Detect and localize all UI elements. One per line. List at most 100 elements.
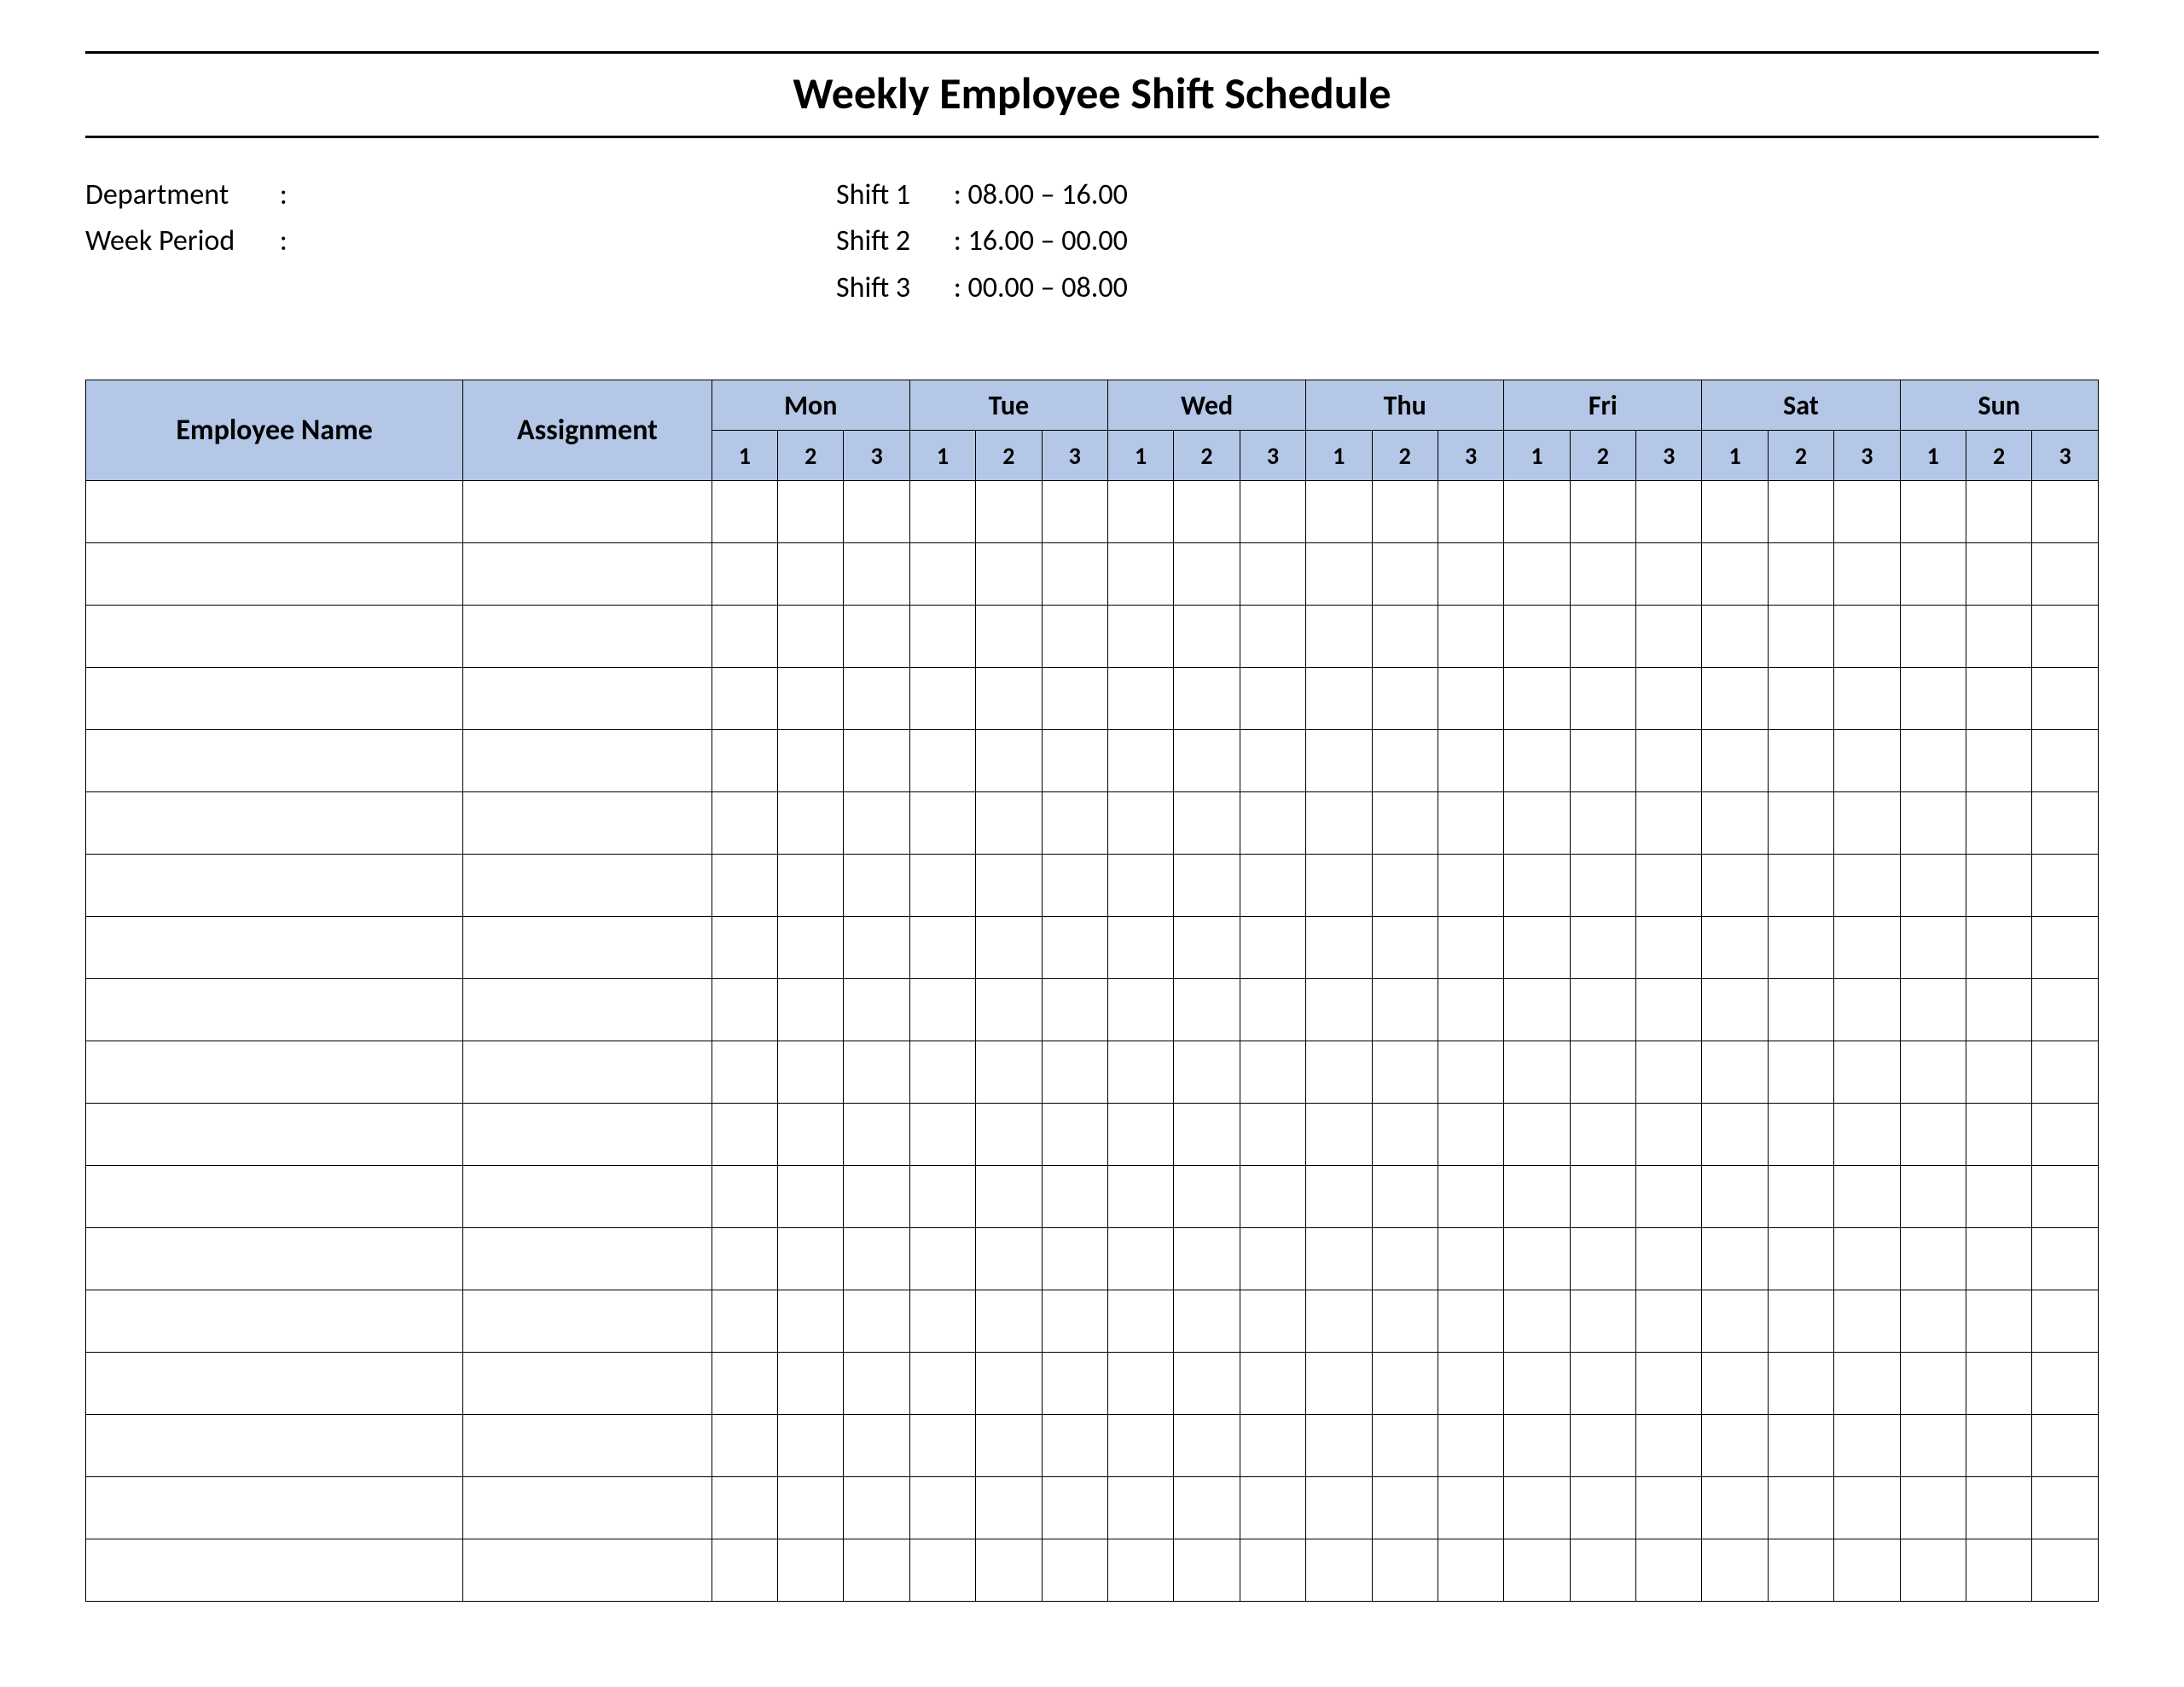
cell-shift[interactable] xyxy=(1900,979,1966,1041)
cell-shift[interactable] xyxy=(1372,917,1438,979)
cell-shift[interactable] xyxy=(1042,1104,1107,1166)
cell-shift[interactable] xyxy=(712,979,777,1041)
cell-shift[interactable] xyxy=(1900,792,1966,855)
cell-shift[interactable] xyxy=(1240,1041,1305,1104)
cell-shift[interactable] xyxy=(1306,1353,1372,1415)
cell-shift[interactable] xyxy=(1636,1477,1702,1539)
cell-shift[interactable] xyxy=(1900,730,1966,792)
cell-shift[interactable] xyxy=(1107,979,1173,1041)
cell-shift[interactable] xyxy=(1174,543,1240,606)
cell-shift[interactable] xyxy=(1240,1415,1305,1477)
cell-shift[interactable] xyxy=(1702,855,1768,917)
cell-shift[interactable] xyxy=(1042,917,1107,979)
cell-shift[interactable] xyxy=(976,1104,1042,1166)
cell-shift[interactable] xyxy=(1438,1041,1503,1104)
cell-shift[interactable] xyxy=(844,730,909,792)
cell-shift[interactable] xyxy=(1174,606,1240,668)
cell-shift[interactable] xyxy=(1702,730,1768,792)
cell-shift[interactable] xyxy=(1372,668,1438,730)
cell-shift[interactable] xyxy=(1107,606,1173,668)
cell-shift[interactable] xyxy=(1900,1104,1966,1166)
cell-shift[interactable] xyxy=(1107,917,1173,979)
cell-shift[interactable] xyxy=(1042,1539,1107,1602)
cell-shift[interactable] xyxy=(1570,1539,1635,1602)
cell-shift[interactable] xyxy=(1702,1228,1768,1290)
cell-shift[interactable] xyxy=(1570,1415,1635,1477)
cell-shift[interactable] xyxy=(1372,855,1438,917)
cell-shift[interactable] xyxy=(712,1477,777,1539)
cell-shift[interactable] xyxy=(1768,543,1833,606)
cell-shift[interactable] xyxy=(1570,668,1635,730)
cell-shift[interactable] xyxy=(1636,1041,1702,1104)
cell-shift[interactable] xyxy=(1900,1041,1966,1104)
cell-shift[interactable] xyxy=(1240,1104,1305,1166)
cell-shift[interactable] xyxy=(778,668,844,730)
cell-shift[interactable] xyxy=(2032,1539,2099,1602)
cell-employee[interactable] xyxy=(86,1353,463,1415)
cell-shift[interactable] xyxy=(1174,979,1240,1041)
cell-shift[interactable] xyxy=(909,606,975,668)
cell-shift[interactable] xyxy=(712,855,777,917)
cell-shift[interactable] xyxy=(778,1290,844,1353)
cell-shift[interactable] xyxy=(1174,1415,1240,1477)
cell-employee[interactable] xyxy=(86,1041,463,1104)
cell-shift[interactable] xyxy=(778,1104,844,1166)
cell-shift[interactable] xyxy=(1636,1104,1702,1166)
cell-shift[interactable] xyxy=(1900,543,1966,606)
cell-shift[interactable] xyxy=(712,1290,777,1353)
cell-shift[interactable] xyxy=(1372,792,1438,855)
cell-shift[interactable] xyxy=(1834,1166,1900,1228)
cell-shift[interactable] xyxy=(1570,481,1635,543)
cell-employee[interactable] xyxy=(86,1166,463,1228)
cell-shift[interactable] xyxy=(1438,1290,1503,1353)
cell-shift[interactable] xyxy=(1372,1104,1438,1166)
cell-shift[interactable] xyxy=(1240,481,1305,543)
cell-shift[interactable] xyxy=(1768,1104,1833,1166)
cell-shift[interactable] xyxy=(976,1539,1042,1602)
cell-shift[interactable] xyxy=(778,1477,844,1539)
cell-shift[interactable] xyxy=(976,668,1042,730)
cell-shift[interactable] xyxy=(712,1228,777,1290)
cell-shift[interactable] xyxy=(1702,1477,1768,1539)
cell-shift[interactable] xyxy=(1042,481,1107,543)
cell-shift[interactable] xyxy=(1042,1477,1107,1539)
cell-shift[interactable] xyxy=(1570,1104,1635,1166)
cell-employee[interactable] xyxy=(86,1539,463,1602)
cell-shift[interactable] xyxy=(1504,855,1570,917)
cell-shift[interactable] xyxy=(2032,1415,2099,1477)
cell-shift[interactable] xyxy=(1966,1041,2031,1104)
cell-shift[interactable] xyxy=(2032,1228,2099,1290)
cell-shift[interactable] xyxy=(1306,606,1372,668)
cell-shift[interactable] xyxy=(1900,1353,1966,1415)
cell-shift[interactable] xyxy=(1570,855,1635,917)
cell-shift[interactable] xyxy=(1174,1539,1240,1602)
cell-shift[interactable] xyxy=(1438,979,1503,1041)
cell-shift[interactable] xyxy=(1702,481,1768,543)
cell-shift[interactable] xyxy=(1834,1228,1900,1290)
cell-shift[interactable] xyxy=(909,1477,975,1539)
cell-shift[interactable] xyxy=(1174,855,1240,917)
cell-shift[interactable] xyxy=(1768,606,1833,668)
cell-shift[interactable] xyxy=(1107,1290,1173,1353)
cell-shift[interactable] xyxy=(1900,668,1966,730)
cell-shift[interactable] xyxy=(1834,730,1900,792)
cell-shift[interactable] xyxy=(1504,1166,1570,1228)
cell-shift[interactable] xyxy=(1702,1415,1768,1477)
cell-shift[interactable] xyxy=(1042,979,1107,1041)
cell-shift[interactable] xyxy=(778,792,844,855)
cell-shift[interactable] xyxy=(2032,730,2099,792)
cell-shift[interactable] xyxy=(1966,543,2031,606)
cell-shift[interactable] xyxy=(712,1166,777,1228)
cell-shift[interactable] xyxy=(1702,1290,1768,1353)
cell-shift[interactable] xyxy=(1504,1104,1570,1166)
cell-shift[interactable] xyxy=(1306,543,1372,606)
cell-shift[interactable] xyxy=(1240,792,1305,855)
cell-shift[interactable] xyxy=(1570,979,1635,1041)
cell-employee[interactable] xyxy=(86,1228,463,1290)
cell-shift[interactable] xyxy=(712,1539,777,1602)
cell-shift[interactable] xyxy=(1107,1353,1173,1415)
cell-shift[interactable] xyxy=(1174,917,1240,979)
cell-shift[interactable] xyxy=(1504,668,1570,730)
cell-shift[interactable] xyxy=(1702,1104,1768,1166)
cell-shift[interactable] xyxy=(2032,917,2099,979)
